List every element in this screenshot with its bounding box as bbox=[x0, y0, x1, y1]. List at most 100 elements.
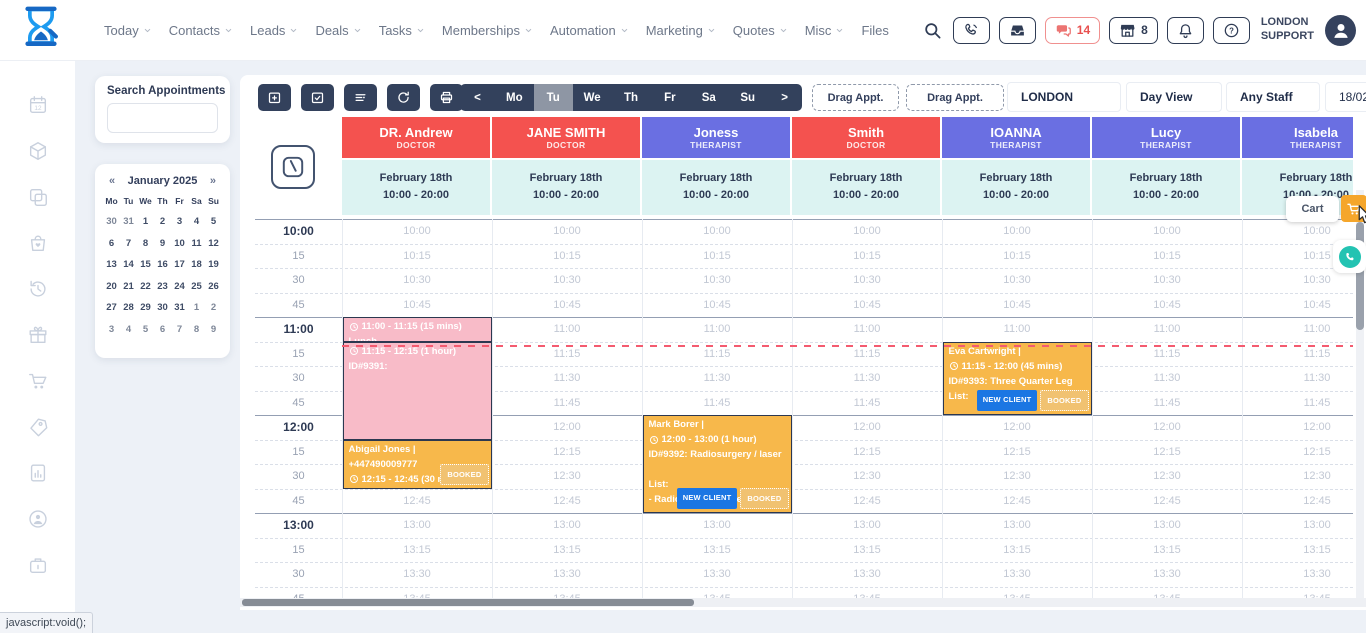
store-button[interactable]: 8 bbox=[1109, 17, 1158, 44]
time-slot-cell[interactable]: 13:00 bbox=[942, 513, 1092, 538]
minical-day[interactable]: 4 bbox=[120, 319, 137, 341]
time-slot-cell[interactable]: 13:00 bbox=[1092, 513, 1242, 538]
time-slot-cell[interactable]: 13:15 bbox=[792, 538, 942, 563]
minical-day[interactable]: 30 bbox=[154, 297, 171, 319]
sidebar-item-bag[interactable] bbox=[27, 232, 49, 254]
minical-day[interactable]: 6 bbox=[103, 233, 120, 255]
notifications-button[interactable] bbox=[1167, 17, 1204, 44]
time-slot-cell[interactable]: 13:15 bbox=[1242, 538, 1353, 563]
week-prev-button[interactable]: < bbox=[460, 84, 495, 111]
appointment-block[interactable]: 11:15 - 12:15 (1 hour)ID#9391: bbox=[343, 342, 492, 440]
sidebar-item-cart[interactable] bbox=[27, 370, 49, 392]
nav-item-memberships[interactable]: Memberships bbox=[442, 23, 533, 38]
search-appointments-input[interactable] bbox=[107, 103, 218, 133]
time-slot-cell[interactable]: 11:00 bbox=[792, 317, 942, 342]
time-slot-cell[interactable]: 10:45 bbox=[1242, 293, 1353, 318]
minical-day[interactable]: 8 bbox=[188, 319, 205, 341]
time-slot-cell[interactable]: 12:30 bbox=[942, 464, 1092, 489]
phone-bubble-button[interactable] bbox=[1339, 246, 1361, 268]
time-slot-cell[interactable]: 10:15 bbox=[342, 244, 492, 269]
minical-day[interactable]: 3 bbox=[171, 211, 188, 233]
time-slot-cell[interactable]: 11:45 bbox=[642, 391, 792, 416]
sidebar-item-case[interactable] bbox=[27, 554, 49, 576]
time-slot-cell[interactable]: 13:30 bbox=[942, 562, 1092, 587]
time-slot-cell[interactable]: 13:45 bbox=[342, 587, 492, 599]
view-select[interactable]: Day View bbox=[1126, 82, 1222, 112]
time-slot-cell[interactable]: 12:45 bbox=[1092, 489, 1242, 514]
staff-header[interactable]: JANE SMITHDOCTOR bbox=[492, 117, 640, 158]
time-slot-cell[interactable]: 11:30 bbox=[492, 366, 642, 391]
vertical-scrollbar-thumb[interactable] bbox=[1356, 222, 1364, 330]
week-day-we[interactable]: We bbox=[573, 84, 612, 111]
minical-day[interactable]: 5 bbox=[137, 319, 154, 341]
minical-day[interactable]: 18 bbox=[188, 254, 205, 276]
time-slot-cell[interactable]: 11:00 bbox=[1092, 317, 1242, 342]
minical-day[interactable]: 27 bbox=[103, 297, 120, 319]
nav-item-misc[interactable]: Misc bbox=[805, 23, 845, 38]
week-day-fr[interactable]: Fr bbox=[650, 84, 689, 111]
time-slot-cell[interactable]: 13:45 bbox=[1242, 587, 1353, 599]
time-slot-cell[interactable]: 13:30 bbox=[1242, 562, 1353, 587]
minical-day[interactable]: 10 bbox=[171, 233, 188, 255]
week-day-su[interactable]: Su bbox=[728, 84, 767, 111]
minical-day[interactable]: 8 bbox=[137, 233, 154, 255]
time-slot-cell[interactable]: 12:15 bbox=[492, 440, 642, 465]
minical-day[interactable]: 6 bbox=[154, 319, 171, 341]
sidebar-item-report[interactable] bbox=[27, 462, 49, 484]
print-button[interactable] bbox=[430, 84, 463, 111]
minical-day[interactable]: 1 bbox=[188, 297, 205, 319]
minical-day[interactable]: 29 bbox=[137, 297, 154, 319]
minical-next-button[interactable]: » bbox=[210, 175, 216, 187]
nav-item-quotes[interactable]: Quotes bbox=[733, 23, 788, 38]
time-slot-cell[interactable]: 13:30 bbox=[492, 562, 642, 587]
time-slot-cell[interactable]: 11:30 bbox=[1242, 366, 1353, 391]
calendar-confirm-button[interactable] bbox=[301, 84, 334, 111]
minical-day[interactable]: 26 bbox=[205, 276, 222, 298]
sidebar-item-calendar-date[interactable]: 12 bbox=[27, 94, 49, 116]
agenda-list-button[interactable] bbox=[344, 84, 377, 111]
time-slot-cell[interactable]: 10:30 bbox=[1092, 268, 1242, 293]
time-slot-cell[interactable]: 10:15 bbox=[792, 244, 942, 269]
time-slot-cell[interactable]: 11:45 bbox=[1242, 391, 1353, 416]
time-slot-cell[interactable]: 12:00 bbox=[1242, 415, 1353, 440]
staff-header[interactable]: LucyTHERAPIST bbox=[1092, 117, 1240, 158]
time-slot-cell[interactable]: 12:30 bbox=[1092, 464, 1242, 489]
search-button[interactable] bbox=[923, 21, 942, 40]
time-slot-cell[interactable]: 13:30 bbox=[642, 562, 792, 587]
time-slot-cell[interactable]: 13:15 bbox=[342, 538, 492, 563]
time-slot-cell[interactable]: 11:00 bbox=[1242, 317, 1353, 342]
location-select[interactable]: LONDON bbox=[1007, 82, 1121, 112]
minical-day[interactable]: 1 bbox=[137, 211, 154, 233]
time-slot-cell[interactable]: 13:45 bbox=[942, 587, 1092, 599]
nav-item-marketing[interactable]: Marketing bbox=[646, 23, 716, 38]
time-slot-cell[interactable]: 13:15 bbox=[492, 538, 642, 563]
time-slot-cell[interactable]: 13:30 bbox=[342, 562, 492, 587]
time-slot-cell[interactable]: 11:30 bbox=[792, 366, 942, 391]
new-appointment-button[interactable] bbox=[258, 84, 291, 111]
time-slot-cell[interactable]: 10:45 bbox=[492, 293, 642, 318]
time-slot-cell[interactable]: 10:00 bbox=[642, 219, 792, 244]
time-slot-cell[interactable]: 12:30 bbox=[1242, 464, 1353, 489]
time-slot-cell[interactable]: 10:45 bbox=[942, 293, 1092, 318]
nav-item-tasks[interactable]: Tasks bbox=[379, 23, 425, 38]
minical-day[interactable]: 4 bbox=[188, 211, 205, 233]
minical-day[interactable]: 2 bbox=[205, 297, 222, 319]
minical-day[interactable]: 22 bbox=[137, 276, 154, 298]
time-slot-cell[interactable]: 11:00 bbox=[942, 317, 1092, 342]
time-slot-cell[interactable]: 11:45 bbox=[792, 391, 942, 416]
help-button[interactable]: ? bbox=[1213, 17, 1250, 44]
minical-day[interactable]: 19 bbox=[205, 254, 222, 276]
time-slot-cell[interactable]: 12:00 bbox=[792, 415, 942, 440]
time-slot-cell[interactable]: 12:00 bbox=[492, 415, 642, 440]
minical-day[interactable]: 31 bbox=[120, 211, 137, 233]
chat-button[interactable]: 14 bbox=[1045, 17, 1100, 44]
time-slot-cell[interactable]: 10:15 bbox=[1092, 244, 1242, 269]
sidebar-item-gift[interactable] bbox=[27, 324, 49, 346]
sidebar-item-user-clock[interactable] bbox=[27, 508, 49, 530]
time-slot-cell[interactable]: 13:30 bbox=[792, 562, 942, 587]
staff-filter-select[interactable]: Any Staff bbox=[1226, 82, 1320, 112]
nav-item-leads[interactable]: Leads bbox=[250, 23, 298, 38]
refresh-button[interactable] bbox=[387, 84, 420, 111]
time-slot-cell[interactable]: 13:00 bbox=[492, 513, 642, 538]
time-slot-cell[interactable]: 10:30 bbox=[942, 268, 1092, 293]
